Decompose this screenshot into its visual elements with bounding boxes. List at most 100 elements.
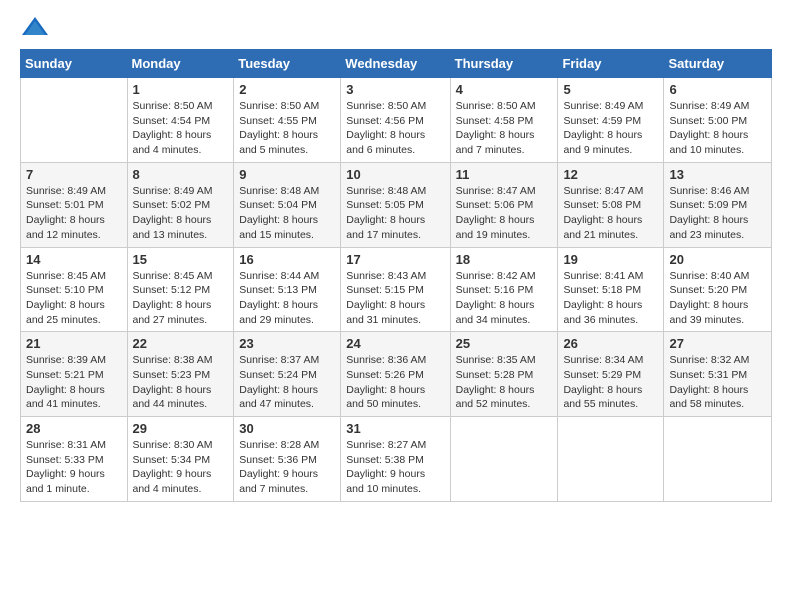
day-info: Sunrise: 8:50 AM Sunset: 4:56 PM Dayligh… xyxy=(346,99,444,158)
day-info: Sunrise: 8:35 AM Sunset: 5:28 PM Dayligh… xyxy=(456,353,553,412)
calendar-day-cell: 28 Sunrise: 8:31 AM Sunset: 5:33 PM Dayli… xyxy=(21,417,128,502)
day-number: 20 xyxy=(669,252,766,267)
calendar-day-cell: 26 Sunrise: 8:34 AM Sunset: 5:29 PM Dayli… xyxy=(558,332,664,417)
day-info: Sunrise: 8:43 AM Sunset: 5:15 PM Dayligh… xyxy=(346,269,444,328)
calendar-day-cell: 19 Sunrise: 8:41 AM Sunset: 5:18 PM Dayli… xyxy=(558,247,664,332)
day-number: 19 xyxy=(563,252,658,267)
day-info: Sunrise: 8:34 AM Sunset: 5:29 PM Dayligh… xyxy=(563,353,658,412)
day-number: 24 xyxy=(346,336,444,351)
calendar-day-cell: 3 Sunrise: 8:50 AM Sunset: 4:56 PM Daylig… xyxy=(341,78,450,163)
day-info: Sunrise: 8:39 AM Sunset: 5:21 PM Dayligh… xyxy=(26,353,122,412)
day-info: Sunrise: 8:49 AM Sunset: 5:00 PM Dayligh… xyxy=(669,99,766,158)
calendar-day-cell: 9 Sunrise: 8:48 AM Sunset: 5:04 PM Daylig… xyxy=(234,162,341,247)
day-of-week-header: Sunday xyxy=(21,50,128,78)
calendar-day-cell: 20 Sunrise: 8:40 AM Sunset: 5:20 PM Dayli… xyxy=(664,247,772,332)
calendar-table: SundayMondayTuesdayWednesdayThursdayFrid… xyxy=(20,49,772,502)
header xyxy=(20,15,772,39)
calendar-day-cell: 24Sunrise: 8:36 AM Sunset: 5:26 PM Dayli… xyxy=(341,332,450,417)
day-number: 7 xyxy=(26,167,122,182)
day-number: 18 xyxy=(456,252,553,267)
day-number: 16 xyxy=(239,252,335,267)
day-number: 25 xyxy=(456,336,553,351)
day-number: 28 xyxy=(26,421,122,436)
day-info: Sunrise: 8:32 AM Sunset: 5:31 PM Dayligh… xyxy=(669,353,766,412)
day-number: 3 xyxy=(346,82,444,97)
calendar-day-cell: 12 Sunrise: 8:47 AM Sunset: 5:08 PM Dayli… xyxy=(558,162,664,247)
day-info: Sunrise: 8:47 AM Sunset: 5:08 PM Dayligh… xyxy=(563,184,658,243)
calendar-day-cell: 27 Sunrise: 8:32 AM Sunset: 5:31 PM Dayli… xyxy=(664,332,772,417)
day-info: Sunrise: 8:48 AM Sunset: 5:05 PM Dayligh… xyxy=(346,184,444,243)
calendar-day-cell: 8 Sunrise: 8:49 AM Sunset: 5:02 PM Daylig… xyxy=(127,162,234,247)
day-number: 11 xyxy=(456,167,553,182)
calendar-header-row: SundayMondayTuesdayWednesdayThursdayFrid… xyxy=(21,50,772,78)
day-number: 10 xyxy=(346,167,444,182)
day-info: Sunrise: 8:30 AM Sunset: 5:34 PM Dayligh… xyxy=(133,438,229,497)
day-of-week-header: Wednesday xyxy=(341,50,450,78)
calendar-day-cell: 11 Sunrise: 8:47 AM Sunset: 5:06 PM Dayli… xyxy=(450,162,558,247)
calendar-day-cell: 25 Sunrise: 8:35 AM Sunset: 5:28 PM Dayli… xyxy=(450,332,558,417)
calendar-day-cell: 21 Sunrise: 8:39 AM Sunset: 5:21 PM Dayli… xyxy=(21,332,128,417)
calendar-day-cell: 16 Sunrise: 8:44 AM Sunset: 5:13 PM Dayli… xyxy=(234,247,341,332)
day-number: 2 xyxy=(239,82,335,97)
day-number: 17 xyxy=(346,252,444,267)
calendar-day-cell xyxy=(558,417,664,502)
day-of-week-header: Friday xyxy=(558,50,664,78)
day-info: Sunrise: 8:49 AM Sunset: 5:01 PM Dayligh… xyxy=(26,184,122,243)
calendar-day-cell: 17 Sunrise: 8:43 AM Sunset: 5:15 PM Dayli… xyxy=(341,247,450,332)
day-number: 4 xyxy=(456,82,553,97)
day-info: Sunrise: 8:44 AM Sunset: 5:13 PM Dayligh… xyxy=(239,269,335,328)
calendar-day-cell: 4 Sunrise: 8:50 AM Sunset: 4:58 PM Daylig… xyxy=(450,78,558,163)
calendar-day-cell: 23Sunrise: 8:37 AM Sunset: 5:24 PM Dayli… xyxy=(234,332,341,417)
day-number: 22 xyxy=(133,336,229,351)
logo-icon xyxy=(20,15,50,39)
day-of-week-header: Tuesday xyxy=(234,50,341,78)
day-number: 6 xyxy=(669,82,766,97)
day-number: 8 xyxy=(133,167,229,182)
day-info: Sunrise: 8:31 AM Sunset: 5:33 PM Dayligh… xyxy=(26,438,122,497)
calendar-day-cell: 22 Sunrise: 8:38 AM Sunset: 5:23 PM Dayli… xyxy=(127,332,234,417)
calendar-day-cell: 29 Sunrise: 8:30 AM Sunset: 5:34 PM Dayli… xyxy=(127,417,234,502)
day-number: 1 xyxy=(133,82,229,97)
day-number: 5 xyxy=(563,82,658,97)
day-info: Sunrise: 8:40 AM Sunset: 5:20 PM Dayligh… xyxy=(669,269,766,328)
calendar-week-row: 21 Sunrise: 8:39 AM Sunset: 5:21 PM Dayli… xyxy=(21,332,772,417)
day-info: Sunrise: 8:46 AM Sunset: 5:09 PM Dayligh… xyxy=(669,184,766,243)
day-number: 26 xyxy=(563,336,658,351)
calendar-day-cell xyxy=(450,417,558,502)
calendar-day-cell: 6 Sunrise: 8:49 AM Sunset: 5:00 PM Daylig… xyxy=(664,78,772,163)
day-info: Sunrise: 8:27 AM Sunset: 5:38 PM Dayligh… xyxy=(346,438,444,497)
calendar-body: 1Sunrise: 8:50 AM Sunset: 4:54 PM Daylig… xyxy=(21,78,772,502)
day-of-week-header: Monday xyxy=(127,50,234,78)
calendar-week-row: 28 Sunrise: 8:31 AM Sunset: 5:33 PM Dayli… xyxy=(21,417,772,502)
day-number: 27 xyxy=(669,336,766,351)
day-number: 30 xyxy=(239,421,335,436)
day-info: Sunrise: 8:50 AM Sunset: 4:55 PM Dayligh… xyxy=(239,99,335,158)
calendar-week-row: 14Sunrise: 8:45 AM Sunset: 5:10 PM Dayli… xyxy=(21,247,772,332)
day-info: Sunrise: 8:49 AM Sunset: 5:02 PM Dayligh… xyxy=(133,184,229,243)
day-info: Sunrise: 8:41 AM Sunset: 5:18 PM Dayligh… xyxy=(563,269,658,328)
day-info: Sunrise: 8:42 AM Sunset: 5:16 PM Dayligh… xyxy=(456,269,553,328)
day-number: 9 xyxy=(239,167,335,182)
day-number: 15 xyxy=(133,252,229,267)
day-info: Sunrise: 8:45 AM Sunset: 5:12 PM Dayligh… xyxy=(133,269,229,328)
day-number: 21 xyxy=(26,336,122,351)
calendar-day-cell: 10 Sunrise: 8:48 AM Sunset: 5:05 PM Dayli… xyxy=(341,162,450,247)
calendar-day-cell: 7 Sunrise: 8:49 AM Sunset: 5:01 PM Daylig… xyxy=(21,162,128,247)
calendar-day-cell: 2 Sunrise: 8:50 AM Sunset: 4:55 PM Daylig… xyxy=(234,78,341,163)
day-info: Sunrise: 8:50 AM Sunset: 4:58 PM Dayligh… xyxy=(456,99,553,158)
day-number: 31 xyxy=(346,421,444,436)
calendar-day-cell xyxy=(21,78,128,163)
day-number: 14 xyxy=(26,252,122,267)
day-number: 12 xyxy=(563,167,658,182)
calendar-week-row: 7 Sunrise: 8:49 AM Sunset: 5:01 PM Daylig… xyxy=(21,162,772,247)
calendar-day-cell: 18 Sunrise: 8:42 AM Sunset: 5:16 PM Dayli… xyxy=(450,247,558,332)
day-info: Sunrise: 8:47 AM Sunset: 5:06 PM Dayligh… xyxy=(456,184,553,243)
logo xyxy=(20,15,54,39)
day-info: Sunrise: 8:38 AM Sunset: 5:23 PM Dayligh… xyxy=(133,353,229,412)
day-info: Sunrise: 8:28 AM Sunset: 5:36 PM Dayligh… xyxy=(239,438,335,497)
day-number: 29 xyxy=(133,421,229,436)
day-info: Sunrise: 8:48 AM Sunset: 5:04 PM Dayligh… xyxy=(239,184,335,243)
day-info: Sunrise: 8:37 AM Sunset: 5:24 PM Dayligh… xyxy=(239,353,335,412)
day-number: 13 xyxy=(669,167,766,182)
calendar-day-cell xyxy=(664,417,772,502)
